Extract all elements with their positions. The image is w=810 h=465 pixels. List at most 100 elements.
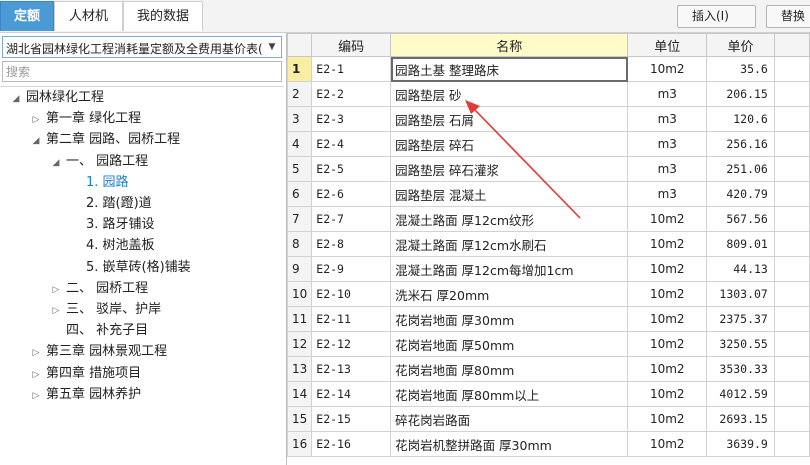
unit-cell[interactable]: m3	[627, 81, 708, 107]
unit-cell[interactable]: 10m2	[627, 206, 708, 232]
tree-item[interactable]: ▷ 第三章 园林景观工程	[30, 342, 168, 363]
expanded-arrow-icon[interactable]: ◢	[50, 153, 62, 173]
price-cell[interactable]: 809.01	[706, 231, 775, 257]
column-header-code[interactable]: 编码	[311, 33, 392, 57]
table-row[interactable]: 11 E2-11 花岗岩地面 厚30mm 10m2 2375.37	[287, 306, 810, 332]
table-row[interactable]: 13 E2-13 花岗岩地面 厚80mm 10m2 3530.33	[287, 356, 810, 382]
name-cell[interactable]: 混凝土路面 厚12cm每增加1cm	[390, 256, 629, 282]
code-cell[interactable]: E2-9	[311, 256, 392, 282]
price-cell[interactable]: 206.15	[706, 81, 775, 107]
expanded-arrow-icon[interactable]: ◢	[30, 131, 42, 151]
price-cell[interactable]: 44.13	[706, 256, 775, 282]
collapsed-arrow-icon[interactable]: ▷	[30, 365, 42, 385]
code-cell[interactable]: E2-6	[311, 181, 392, 207]
name-cell[interactable]: 花岗岩地面 厚30mm	[390, 306, 629, 332]
tree-item[interactable]: 4. 树池盖板	[70, 236, 155, 256]
column-header-price[interactable]: 单价	[706, 33, 775, 57]
price-cell[interactable]: 2375.37	[706, 306, 775, 332]
tree-item[interactable]: ▷ 三、 驳岸、护岸	[50, 300, 162, 321]
unit-cell[interactable]: m3	[627, 181, 708, 207]
price-cell[interactable]: 4012.59	[706, 381, 775, 407]
code-cell[interactable]: E2-16	[311, 431, 392, 457]
name-cell[interactable]: 园路垫层 碎石灌浆	[390, 156, 629, 182]
code-cell[interactable]: E2-2	[311, 81, 392, 107]
table-row[interactable]: 16 E2-16 花岗岩机整拼路面 厚30mm 10m2 3639.9	[287, 431, 810, 457]
tree-item[interactable]: ◢ 园林绿化工程	[10, 88, 104, 108]
code-cell[interactable]: E2-1	[311, 56, 392, 82]
code-cell[interactable]: E2-5	[311, 156, 392, 182]
collapsed-arrow-icon[interactable]: ▷	[30, 110, 42, 130]
price-cell[interactable]: 3639.9	[706, 431, 775, 457]
name-cell[interactable]: 花岗岩机整拼路面 厚30mm	[390, 431, 629, 457]
code-cell[interactable]: E2-7	[311, 206, 392, 232]
name-cell[interactable]: 园路垫层 石屑	[390, 106, 629, 132]
price-cell[interactable]: 35.6	[706, 56, 775, 82]
name-cell[interactable]: 混凝土路面 厚12cm水刷石	[390, 231, 629, 257]
search-input[interactable]	[6, 63, 276, 80]
library-select[interactable]: 湖北省园林绿化工程消耗量定额及全费用基价表( ▼	[2, 36, 282, 58]
name-cell[interactable]: 园路垫层 混凝土	[390, 181, 629, 207]
price-cell[interactable]: 2693.15	[706, 406, 775, 432]
tab-quota[interactable]: 定额	[0, 1, 54, 31]
chevron-down-icon[interactable]: ▼	[265, 39, 279, 55]
code-cell[interactable]: E2-8	[311, 231, 392, 257]
code-cell[interactable]: E2-15	[311, 406, 392, 432]
code-cell[interactable]: E2-12	[311, 331, 392, 357]
unit-cell[interactable]: 10m2	[627, 431, 708, 457]
code-cell[interactable]: E2-3	[311, 106, 392, 132]
tree-item[interactable]: 2. 踏(蹬)道	[70, 194, 152, 214]
code-cell[interactable]: E2-11	[311, 306, 392, 332]
unit-cell[interactable]: 10m2	[627, 56, 708, 82]
table-row[interactable]: 10 E2-10 洗米石 厚20mm 10m2 1303.07	[287, 281, 810, 307]
table-row[interactable]: 6 E2-6 园路垫层 混凝土 m3 420.79	[287, 181, 810, 207]
replace-button[interactable]: 替换	[766, 5, 810, 28]
name-cell[interactable]: 园路垫层 碎石	[390, 131, 629, 157]
table-row[interactable]: 15 E2-15 碎花岗岩路面 10m2 2693.15	[287, 406, 810, 432]
price-cell[interactable]: 567.56	[706, 206, 775, 232]
unit-cell[interactable]: 10m2	[627, 231, 708, 257]
table-row[interactable]: 4 E2-4 园路垫层 碎石 m3 256.16	[287, 131, 810, 157]
collapsed-arrow-icon[interactable]: ▷	[30, 386, 42, 406]
table-row[interactable]: 2 E2-2 园路垫层 砂 m3 206.15	[287, 81, 810, 107]
tree-item[interactable]: ▷ 第五章 园林养护	[30, 385, 142, 406]
price-cell[interactable]: 420.79	[706, 181, 775, 207]
unit-cell[interactable]: 10m2	[627, 306, 708, 332]
name-cell[interactable]: 花岗岩地面 厚80mm以上	[390, 381, 629, 407]
unit-cell[interactable]: m3	[627, 156, 708, 182]
collapsed-arrow-icon[interactable]: ▷	[30, 343, 42, 363]
tree-item[interactable]: ◢ 一、 园路工程	[50, 152, 149, 173]
price-cell[interactable]: 1303.07	[706, 281, 775, 307]
price-cell[interactable]: 256.16	[706, 131, 775, 157]
name-cell[interactable]: 园路垫层 砂	[390, 81, 629, 107]
code-cell[interactable]: E2-13	[311, 356, 392, 382]
name-cell[interactable]: 碎花岗岩路面	[390, 406, 629, 432]
table-row[interactable]: 3 E2-3 园路垫层 石屑 m3 120.6	[287, 106, 810, 132]
unit-cell[interactable]: 10m2	[627, 381, 708, 407]
tree-item[interactable]: 5. 嵌草砖(格)铺装	[70, 258, 191, 278]
collapsed-arrow-icon[interactable]: ▷	[50, 301, 62, 321]
tree-item[interactable]: ▷ 第一章 绿化工程	[30, 109, 142, 130]
expanded-arrow-icon[interactable]: ◢	[10, 89, 22, 109]
name-cell[interactable]: 园路土基 整理路床	[390, 56, 629, 82]
unit-cell[interactable]: 10m2	[627, 256, 708, 282]
tree-item[interactable]: ◢ 第二章 园路、园桥工程	[30, 130, 181, 151]
code-cell[interactable]: E2-14	[311, 381, 392, 407]
price-cell[interactable]: 251.06	[706, 156, 775, 182]
unit-cell[interactable]: 10m2	[627, 356, 708, 382]
price-cell[interactable]: 120.6	[706, 106, 775, 132]
table-row[interactable]: 1 E2-1 园路土基 整理路床 10m2 35.6	[287, 56, 810, 82]
table-row[interactable]: 8 E2-8 混凝土路面 厚12cm水刷石 10m2 809.01	[287, 231, 810, 257]
insert-button[interactable]: 插入(I)	[677, 5, 756, 28]
collapsed-arrow-icon[interactable]: ▷	[50, 280, 62, 300]
tree-item[interactable]: ▷ 第四章 措施项目	[30, 364, 142, 385]
tab-labor-material-machine[interactable]: 人材机	[54, 1, 123, 31]
unit-cell[interactable]: 10m2	[627, 331, 708, 357]
search-box[interactable]	[2, 61, 282, 82]
price-cell[interactable]: 3250.55	[706, 331, 775, 357]
unit-cell[interactable]: m3	[627, 131, 708, 157]
tree-item[interactable]: 1. 园路	[70, 173, 129, 193]
price-cell[interactable]: 3530.33	[706, 356, 775, 382]
name-cell[interactable]: 花岗岩地面 厚80mm	[390, 356, 629, 382]
table-row[interactable]: 12 E2-12 花岗岩地面 厚50mm 10m2 3250.55	[287, 331, 810, 357]
table-row[interactable]: 9 E2-9 混凝土路面 厚12cm每增加1cm 10m2 44.13	[287, 256, 810, 282]
